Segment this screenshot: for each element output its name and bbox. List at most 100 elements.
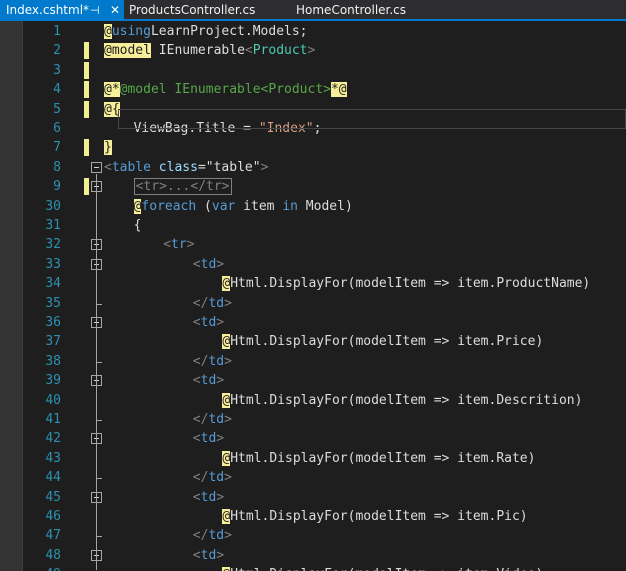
code-line[interactable]: 9 <tr>...</tr> [0, 177, 626, 196]
code-token: </ [192, 470, 209, 486]
tab-products-controller[interactable]: ProductsController.cs [129, 0, 255, 21]
code-text[interactable]: <table class="table"> [104, 158, 268, 177]
code-text[interactable]: </td> [193, 468, 232, 487]
code-line[interactable]: 35 </td> [0, 294, 626, 313]
code-text[interactable]: <td> [193, 546, 224, 565]
line-number: 36 [45, 315, 61, 330]
code-line[interactable]: 4 @*@model IEnumerable<Product>*@ [0, 80, 626, 99]
line-number: 7 [53, 140, 61, 156]
code-line[interactable]: 2 @model IEnumerable<Product> [0, 41, 626, 60]
code-text[interactable]: </td> [193, 352, 232, 371]
code-token: foreach [141, 198, 197, 214]
code-text[interactable]: @Html.DisplayFor(modelItem => item.Rate) [222, 449, 535, 468]
code-token: tr [171, 237, 187, 253]
code-token: table [111, 159, 151, 175]
code-text[interactable]: </td> [193, 410, 232, 429]
code-line[interactable]: 38 </td> [0, 352, 626, 371]
code-text[interactable]: @Html.DisplayFor(modelItem => item.Descr… [222, 391, 582, 410]
code-token: > [186, 237, 195, 253]
code-token: var [211, 198, 236, 214]
code-text[interactable]: <td> [193, 255, 224, 274]
unsaved-change-marker [84, 139, 89, 157]
code-token: Html.DisplayFor(modelItem => item.Produc… [230, 276, 591, 292]
line-number: 39 [45, 373, 61, 389]
code-line[interactable]: 34 @Html.DisplayFor(modelItem => item.Pro… [0, 274, 626, 293]
code-text[interactable]: </td> [193, 526, 232, 545]
code-text[interactable]: @Html.DisplayFor(modelItem => item.Price… [222, 332, 543, 351]
code-text[interactable]: <tr> [163, 235, 194, 254]
line-number: 42 [45, 431, 61, 447]
code-text[interactable]: <td> [193, 488, 224, 507]
code-text[interactable]: @Html.DisplayFor(modelItem => item.Produ… [222, 274, 590, 293]
unsaved-change-marker [84, 178, 89, 196]
line-number: 5 [53, 101, 61, 117]
code-text[interactable]: </td> [193, 294, 232, 313]
code-text[interactable]: <tr>...</tr> [133, 177, 232, 196]
code-line[interactable]: 37 @Html.DisplayFor(modelItem => item.Pri… [0, 332, 626, 351]
code-line[interactable]: 1 @usingLearnProject.Models; [0, 22, 626, 41]
code-token: IEnumerable [158, 43, 245, 59]
tab-home-controller[interactable]: HomeController.cs [296, 0, 406, 21]
code-token: td [208, 470, 225, 486]
code-text[interactable]: } [104, 138, 112, 157]
code-token: < [104, 159, 112, 175]
code-text[interactable]: @Html.DisplayFor(modelItem => item.Pic) [222, 507, 528, 526]
code-line[interactable]: 39 <td> [0, 371, 626, 390]
code-line[interactable]: 48 <td> [0, 546, 626, 565]
code-token: < [192, 489, 201, 505]
current-line-highlight [118, 109, 626, 129]
code-token: td [208, 295, 225, 311]
code-text[interactable]: <td> [193, 313, 224, 332]
tab-index-cshtml[interactable]: Index.cshtml* ⊣ ✕ [0, 0, 124, 21]
code-line[interactable]: 3 [0, 61, 626, 80]
unsaved-change-marker [84, 61, 89, 79]
code-line[interactable]: 45 <td> [0, 488, 626, 507]
code-token: < [163, 237, 172, 253]
code-token: > [224, 470, 232, 486]
close-icon[interactable]: ✕ [110, 0, 120, 21]
code-line[interactable]: 7} [0, 138, 626, 157]
code-line[interactable]: 40 @Html.DisplayFor(modelItem => item.Des… [0, 391, 626, 410]
code-text[interactable]: <td> [193, 429, 224, 448]
code-line[interactable]: 41 </td> [0, 410, 626, 429]
code-text[interactable]: { [134, 216, 142, 235]
tab-label: ProductsController.cs [129, 3, 256, 17]
code-text[interactable]: @Html.DisplayFor(modelItem => item.Video… [222, 565, 543, 571]
code-text[interactable]: @foreach (var item in Model) [133, 197, 353, 216]
tab-label: HomeController.cs [296, 3, 407, 17]
code-token: > [307, 43, 316, 59]
code-token: Html.DisplayFor(modelItem => item.Video) [230, 567, 543, 571]
code-token: class [158, 159, 198, 175]
code-line[interactable]: 49 @Html.DisplayFor(modelItem => item.Vid… [0, 565, 626, 571]
line-number: 4 [53, 82, 61, 98]
code-line[interactable]: 31 { [0, 216, 626, 235]
code-token: LearnProject.Models; [150, 24, 308, 39]
code-token: < [192, 547, 201, 563]
code-line[interactable]: 44 </td> [0, 468, 626, 487]
code-line[interactable]: 8 <table class="table"> [0, 158, 626, 177]
code-line[interactable]: 32 <tr> [0, 235, 626, 254]
code-token: using [111, 24, 151, 39]
code-token: Model) [297, 198, 353, 214]
outline-guide-end [96, 420, 102, 421]
code-text[interactable]: <td> [193, 371, 224, 390]
outline-guide-end [96, 536, 102, 538]
code-text[interactable]: @*@model IEnumerable<Product>*@ [104, 80, 347, 99]
code-token: Html.DisplayFor(modelItem => item.Descri… [230, 392, 583, 408]
collapse-icon[interactable] [91, 161, 102, 173]
code-text[interactable]: @model IEnumerable<Product> [104, 41, 315, 60]
pin-icon[interactable]: ⊣ [90, 0, 100, 21]
code-token: td [208, 353, 225, 369]
code-line[interactable]: 42 <td> [0, 429, 626, 448]
code-editor[interactable]: 1 @usingLearnProject.Models; 2 @model IEnum… [0, 21, 626, 571]
code-line[interactable]: 33 <td> [0, 255, 626, 274]
code-line[interactable]: 43 @Html.DisplayFor(modelItem => item.Rat… [0, 449, 626, 468]
code-token: > [224, 353, 232, 369]
code-text[interactable]: @usingLearnProject.Models; [104, 22, 308, 41]
code-line[interactable]: 30 @foreach (var item in Model) [0, 197, 626, 216]
code-line[interactable]: 47 </td> [0, 526, 626, 545]
outline-guide [96, 503, 97, 537]
code-line[interactable]: 46 @Html.DisplayFor(modelItem => item.Pic… [0, 507, 626, 526]
code-line[interactable]: 36 <td> [0, 313, 626, 332]
code-token: </ [192, 295, 209, 311]
